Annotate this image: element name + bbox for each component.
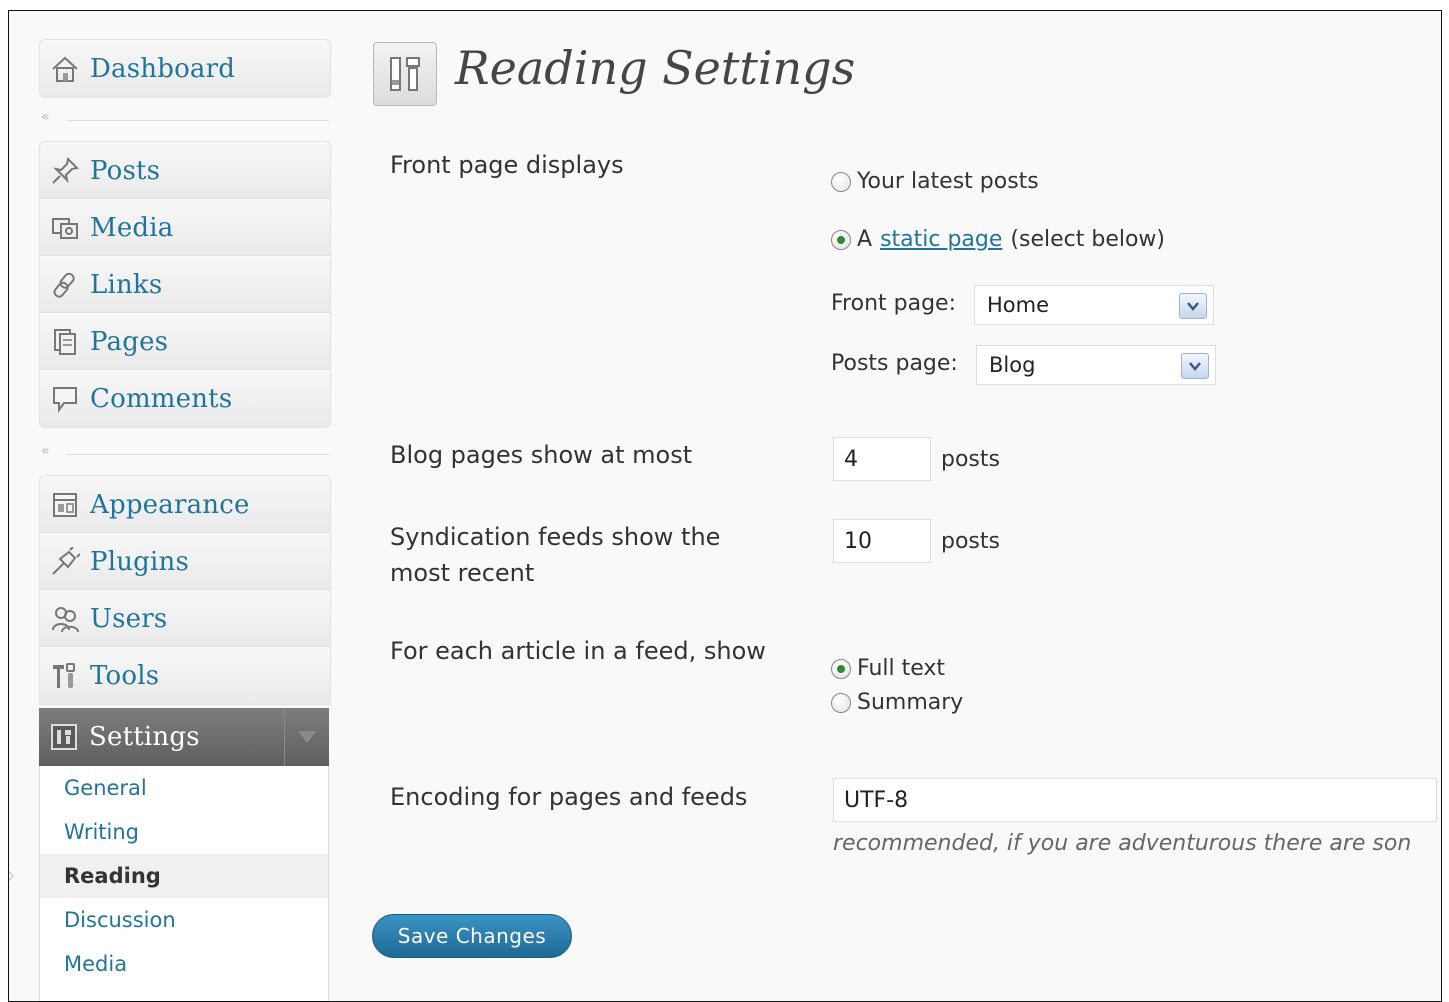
- menu-group-content: Posts Media Links Pages Comments: [39, 141, 331, 428]
- select-value: Blog: [989, 353, 1036, 377]
- submenu-item-reading[interactable]: Reading: [40, 854, 328, 898]
- select-value: Home: [987, 293, 1050, 317]
- menu-item-comments[interactable]: Comments: [40, 370, 330, 427]
- collapse-arrows-icon: «: [41, 443, 50, 459]
- menu-item-tools[interactable]: Tools: [40, 647, 330, 704]
- link-icon: [48, 268, 82, 302]
- menu-label: Media: [90, 212, 174, 243]
- menu-label: Links: [90, 269, 163, 300]
- menu-group-admin: Appearance Plugins Users Tools: [39, 475, 331, 705]
- plug-icon: [48, 545, 82, 579]
- menu-item-links[interactable]: Links: [40, 256, 330, 313]
- settings-icon: [47, 720, 81, 754]
- submenu-item-general[interactable]: General: [40, 766, 328, 810]
- menu-label: Comments: [90, 384, 233, 414]
- settings-submenu: General Writing Reading Discussion Media: [39, 766, 329, 1001]
- menu-group-dashboard: Dashboard: [39, 39, 331, 98]
- radio-option-static-page[interactable]: A static page (select below): [831, 227, 1165, 252]
- users-icon: [48, 602, 82, 636]
- front-page-displays-label: Front page displays: [390, 151, 624, 179]
- radio-label-suffix: (select below): [1010, 227, 1165, 252]
- blog-pages-label: Blog pages show at most: [390, 441, 693, 469]
- posts-page-select-label: Posts page:: [831, 351, 958, 376]
- pages-icon: [48, 325, 82, 359]
- radio-label: A: [857, 227, 873, 252]
- encoding-label: Encoding for pages and feeds: [390, 783, 748, 811]
- menu-label: Appearance: [90, 489, 250, 520]
- radio-static-page[interactable]: [831, 229, 851, 250]
- collapse-arrows-icon: «: [41, 109, 50, 125]
- radio-option-full-text[interactable]: Full text: [831, 656, 945, 681]
- menu-separator[interactable]: «: [39, 109, 329, 127]
- radio-option-summary[interactable]: Summary: [831, 690, 963, 715]
- appearance-icon: [48, 488, 82, 522]
- current-indicator: [9, 866, 14, 886]
- save-changes-button[interactable]: Save Changes: [372, 914, 572, 958]
- menu-label: Dashboard: [90, 54, 236, 84]
- media-icon: [48, 211, 82, 245]
- pushpin-icon: [48, 154, 82, 188]
- encoding-hint: recommended, if you are adventurous ther…: [833, 831, 1412, 856]
- front-page-select-label: Front page:: [831, 291, 956, 316]
- submenu-item-writing[interactable]: Writing: [40, 810, 328, 854]
- menu-separator[interactable]: «: [39, 443, 329, 461]
- comment-bubble-icon: [48, 382, 82, 416]
- menu-item-media[interactable]: Media: [40, 199, 330, 256]
- radio-latest-posts[interactable]: [831, 171, 851, 192]
- submenu-item-discussion[interactable]: Discussion: [40, 898, 328, 942]
- syndication-unit: posts: [941, 529, 1000, 554]
- blog-pages-input[interactable]: 4: [833, 437, 931, 481]
- page-title: Reading Settings: [455, 41, 856, 95]
- chevron-down-icon[interactable]: [1179, 293, 1207, 319]
- menu-label: Posts: [90, 155, 161, 186]
- menu-item-users[interactable]: Users: [40, 590, 330, 647]
- feed-article-label: For each article in a feed, show: [390, 637, 766, 665]
- admin-frame: Dashboard « Posts Media Links Pages Comm…: [8, 10, 1442, 1002]
- radio-full-text[interactable]: [831, 658, 851, 679]
- menu-item-appearance[interactable]: Appearance: [40, 476, 330, 533]
- menu-item-dashboard[interactable]: Dashboard: [40, 40, 330, 97]
- front-page-select[interactable]: Home: [974, 285, 1214, 325]
- static-page-link[interactable]: static page: [880, 227, 1002, 252]
- menu-item-settings[interactable]: Settings: [39, 708, 329, 766]
- encoding-input[interactable]: UTF-8: [833, 778, 1437, 822]
- menu-label: Plugins: [90, 546, 190, 577]
- triangle-down-icon: [298, 731, 316, 743]
- house-icon: [48, 52, 82, 86]
- posts-page-select[interactable]: Blog: [976, 345, 1216, 385]
- menu-label: Tools: [90, 661, 160, 691]
- menu-item-posts[interactable]: Posts: [40, 142, 330, 199]
- radio-label: Your latest posts: [857, 169, 1039, 194]
- menu-item-pages[interactable]: Pages: [40, 313, 330, 370]
- menu-label: Users: [90, 603, 168, 634]
- syndication-label: Syndication feeds show the most recent: [390, 523, 721, 587]
- menu-item-plugins[interactable]: Plugins: [40, 533, 330, 590]
- syndication-input[interactable]: 10: [833, 519, 931, 563]
- submenu-toggle[interactable]: [284, 708, 329, 766]
- tools-icon: [48, 659, 82, 693]
- radio-option-latest-posts[interactable]: Your latest posts: [831, 169, 1039, 194]
- radio-label: Summary: [857, 690, 964, 715]
- chevron-down-icon[interactable]: [1181, 353, 1209, 379]
- radio-label: Full text: [857, 656, 946, 681]
- submenu-item-media[interactable]: Media: [40, 942, 328, 986]
- settings-page-icon: [373, 42, 437, 106]
- blog-pages-unit: posts: [941, 447, 1000, 472]
- menu-label: Settings: [89, 722, 200, 752]
- menu-label: Pages: [90, 326, 169, 357]
- radio-summary[interactable]: [831, 692, 851, 713]
